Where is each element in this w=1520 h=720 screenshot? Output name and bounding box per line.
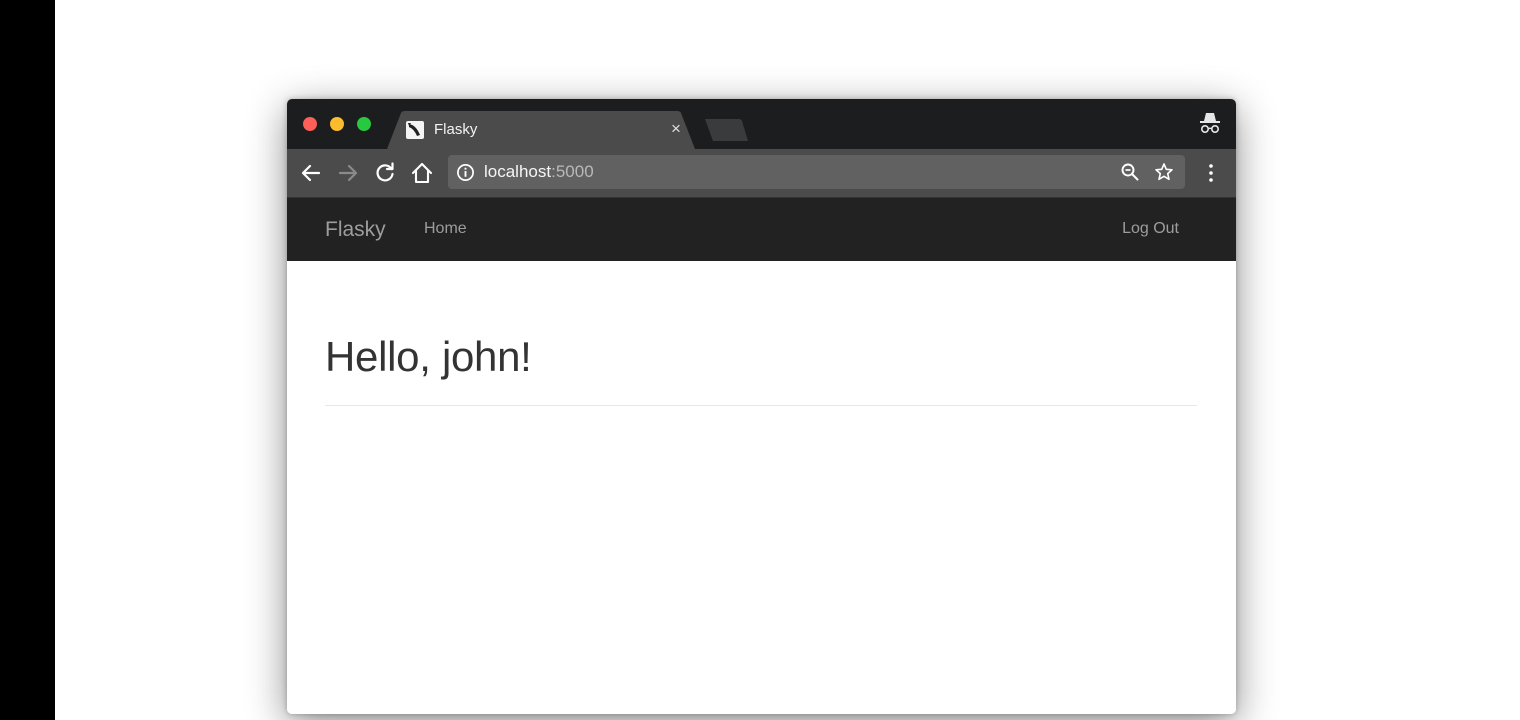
nav-link-logout[interactable]: Log Out bbox=[1122, 220, 1179, 238]
flask-horn-icon bbox=[406, 121, 424, 139]
navbar-brand[interactable]: Flasky bbox=[325, 218, 386, 242]
page-content: Hello, john! bbox=[287, 261, 1236, 714]
browser-toolbar: localhost:5000 bbox=[287, 149, 1236, 198]
page-header: Hello, john! bbox=[325, 333, 1197, 406]
incognito-icon bbox=[1200, 113, 1220, 134]
tab-title: Flasky bbox=[434, 121, 478, 138]
url-port: :5000 bbox=[551, 162, 594, 181]
info-icon[interactable] bbox=[456, 163, 475, 182]
url-host: localhost bbox=[484, 162, 552, 181]
tab-flasky[interactable]: Flasky × bbox=[387, 111, 697, 149]
tab-close-button[interactable]: × bbox=[671, 119, 681, 139]
back-icon[interactable] bbox=[299, 161, 323, 185]
address-bar[interactable]: localhost:5000 bbox=[448, 155, 1185, 189]
zoom-icon[interactable] bbox=[1120, 162, 1140, 182]
reload-icon[interactable] bbox=[373, 161, 397, 185]
browser-window: Flasky × localhost:5000 Flasky Home Log … bbox=[287, 99, 1236, 714]
nav-link-home[interactable]: Home bbox=[424, 220, 467, 238]
new-tab-button[interactable] bbox=[705, 119, 749, 141]
app-navbar: Flasky Home Log Out bbox=[287, 198, 1236, 261]
forward-icon[interactable] bbox=[336, 161, 360, 185]
tab-strip: Flasky × bbox=[287, 99, 1236, 149]
home-icon[interactable] bbox=[410, 161, 434, 185]
window-minimize-button[interactable] bbox=[330, 117, 344, 131]
star-icon[interactable] bbox=[1154, 162, 1174, 182]
left-black-band bbox=[0, 0, 55, 720]
url-text[interactable]: localhost:5000 bbox=[484, 162, 594, 182]
window-maximize-button[interactable] bbox=[357, 117, 371, 131]
window-close-button[interactable] bbox=[303, 117, 317, 131]
page-title: Hello, john! bbox=[325, 333, 532, 380]
menu-icon[interactable] bbox=[1201, 162, 1221, 184]
